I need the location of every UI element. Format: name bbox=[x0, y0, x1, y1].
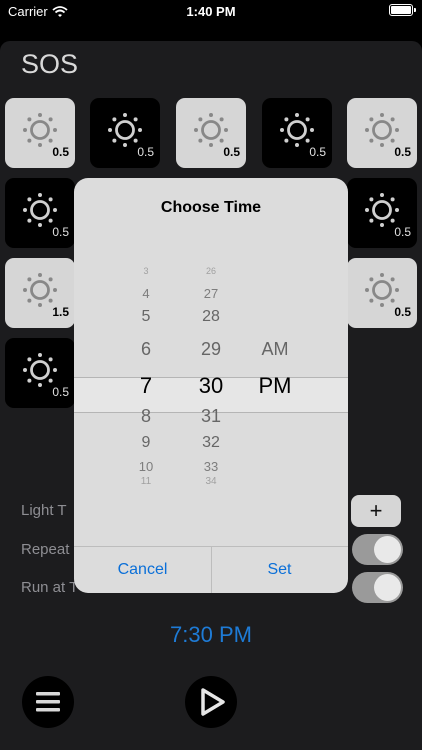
sun-icon bbox=[365, 273, 399, 307]
run-at-time-label: Run at T bbox=[21, 579, 79, 596]
minute-option[interactable]: 26 bbox=[181, 266, 241, 276]
toggle-knob bbox=[374, 536, 401, 563]
set-button[interactable]: Set bbox=[211, 561, 348, 579]
status-time: 1:40 PM bbox=[186, 4, 236, 19]
play-icon bbox=[201, 688, 225, 716]
minute-option[interactable]: 31 bbox=[181, 406, 241, 427]
tile-value: 0.5 bbox=[137, 145, 154, 159]
battery-icon bbox=[389, 4, 416, 16]
run-at-time-toggle[interactable] bbox=[352, 572, 403, 603]
sun-icon bbox=[23, 353, 57, 387]
sun-icon bbox=[365, 193, 399, 227]
time-picker[interactable]: 3 4 5 6 7 8 9 10 11 26 27 28 29 30 31 32 33 34 AM PM bbox=[74, 266, 348, 513]
tile-value: 1.5 bbox=[52, 305, 69, 319]
sun-icon bbox=[23, 193, 57, 227]
minute-option[interactable]: 29 bbox=[181, 339, 241, 360]
toggle-knob bbox=[374, 574, 401, 601]
hour-option[interactable]: 11 bbox=[116, 476, 176, 487]
menu-icon bbox=[36, 692, 60, 712]
add-button[interactable]: + bbox=[351, 495, 401, 527]
repeat-toggle[interactable] bbox=[352, 534, 403, 565]
light-tile[interactable]: 0.5 bbox=[347, 98, 417, 168]
sun-icon bbox=[108, 113, 142, 147]
choose-time-dialog: Choose Time 3 4 5 6 7 8 9 10 11 26 27 28 29 30 31 32 33 3… bbox=[74, 178, 348, 593]
tile-value: 0.5 bbox=[394, 145, 411, 159]
light-tile[interactable]: 0.5 bbox=[262, 98, 332, 168]
hour-option[interactable]: 5 bbox=[116, 308, 176, 326]
minute-option[interactable]: 30 bbox=[181, 373, 241, 399]
play-button[interactable] bbox=[185, 676, 237, 728]
tile-value: 0.5 bbox=[223, 145, 240, 159]
hour-option[interactable]: 10 bbox=[116, 459, 176, 474]
hour-option[interactable]: 9 bbox=[116, 434, 176, 452]
menu-button[interactable] bbox=[22, 676, 74, 728]
minute-option[interactable]: 32 bbox=[181, 434, 241, 452]
minute-option[interactable]: 33 bbox=[181, 459, 241, 474]
scheduled-time[interactable]: 7:30 PM bbox=[0, 622, 422, 648]
light-tile[interactable]: 0.5 bbox=[90, 98, 160, 168]
hour-option[interactable]: 8 bbox=[116, 406, 176, 427]
tile-value: 0.5 bbox=[394, 225, 411, 239]
dialog-title: Choose Time bbox=[160, 199, 262, 216]
light-tile[interactable]: 0.5 bbox=[5, 178, 75, 248]
light-tile[interactable]: 0.5 bbox=[347, 258, 417, 328]
light-tile[interactable]: 0.5 bbox=[176, 98, 246, 168]
sun-icon bbox=[23, 113, 57, 147]
minute-option[interactable]: 27 bbox=[181, 286, 241, 301]
minute-option[interactable]: 28 bbox=[181, 308, 241, 326]
hour-option[interactable]: 7 bbox=[116, 373, 176, 399]
tile-value: 0.5 bbox=[52, 385, 69, 399]
hour-option[interactable]: 4 bbox=[116, 286, 176, 301]
period-option[interactable]: PM bbox=[244, 373, 306, 399]
light-tile[interactable]: 0.5 bbox=[347, 178, 417, 248]
page-title: SOS bbox=[21, 49, 79, 79]
hour-option[interactable]: 6 bbox=[116, 339, 176, 360]
tile-value: 0.5 bbox=[52, 225, 69, 239]
sun-icon bbox=[280, 113, 314, 147]
sun-icon bbox=[365, 113, 399, 147]
minute-option[interactable]: 34 bbox=[181, 476, 241, 487]
status-bar: Carrier 1:40 PM bbox=[0, 0, 422, 24]
period-option[interactable]: AM bbox=[244, 339, 306, 360]
light-time-label: Light T bbox=[21, 502, 67, 519]
tile-value: 0.5 bbox=[52, 145, 69, 159]
sun-icon bbox=[23, 273, 57, 307]
sun-icon bbox=[194, 113, 228, 147]
light-tile[interactable]: 0.5 bbox=[5, 338, 75, 408]
dialog-actions: Cancel Set bbox=[74, 546, 348, 593]
cancel-button[interactable]: Cancel bbox=[74, 561, 211, 579]
light-tile[interactable]: 1.5 bbox=[5, 258, 75, 328]
tile-value: 0.5 bbox=[394, 305, 411, 319]
light-tile[interactable]: 0.5 bbox=[5, 98, 75, 168]
tile-value: 0.5 bbox=[309, 145, 326, 159]
repeat-label: Repeat bbox=[21, 541, 70, 558]
hour-option[interactable]: 3 bbox=[116, 266, 176, 276]
